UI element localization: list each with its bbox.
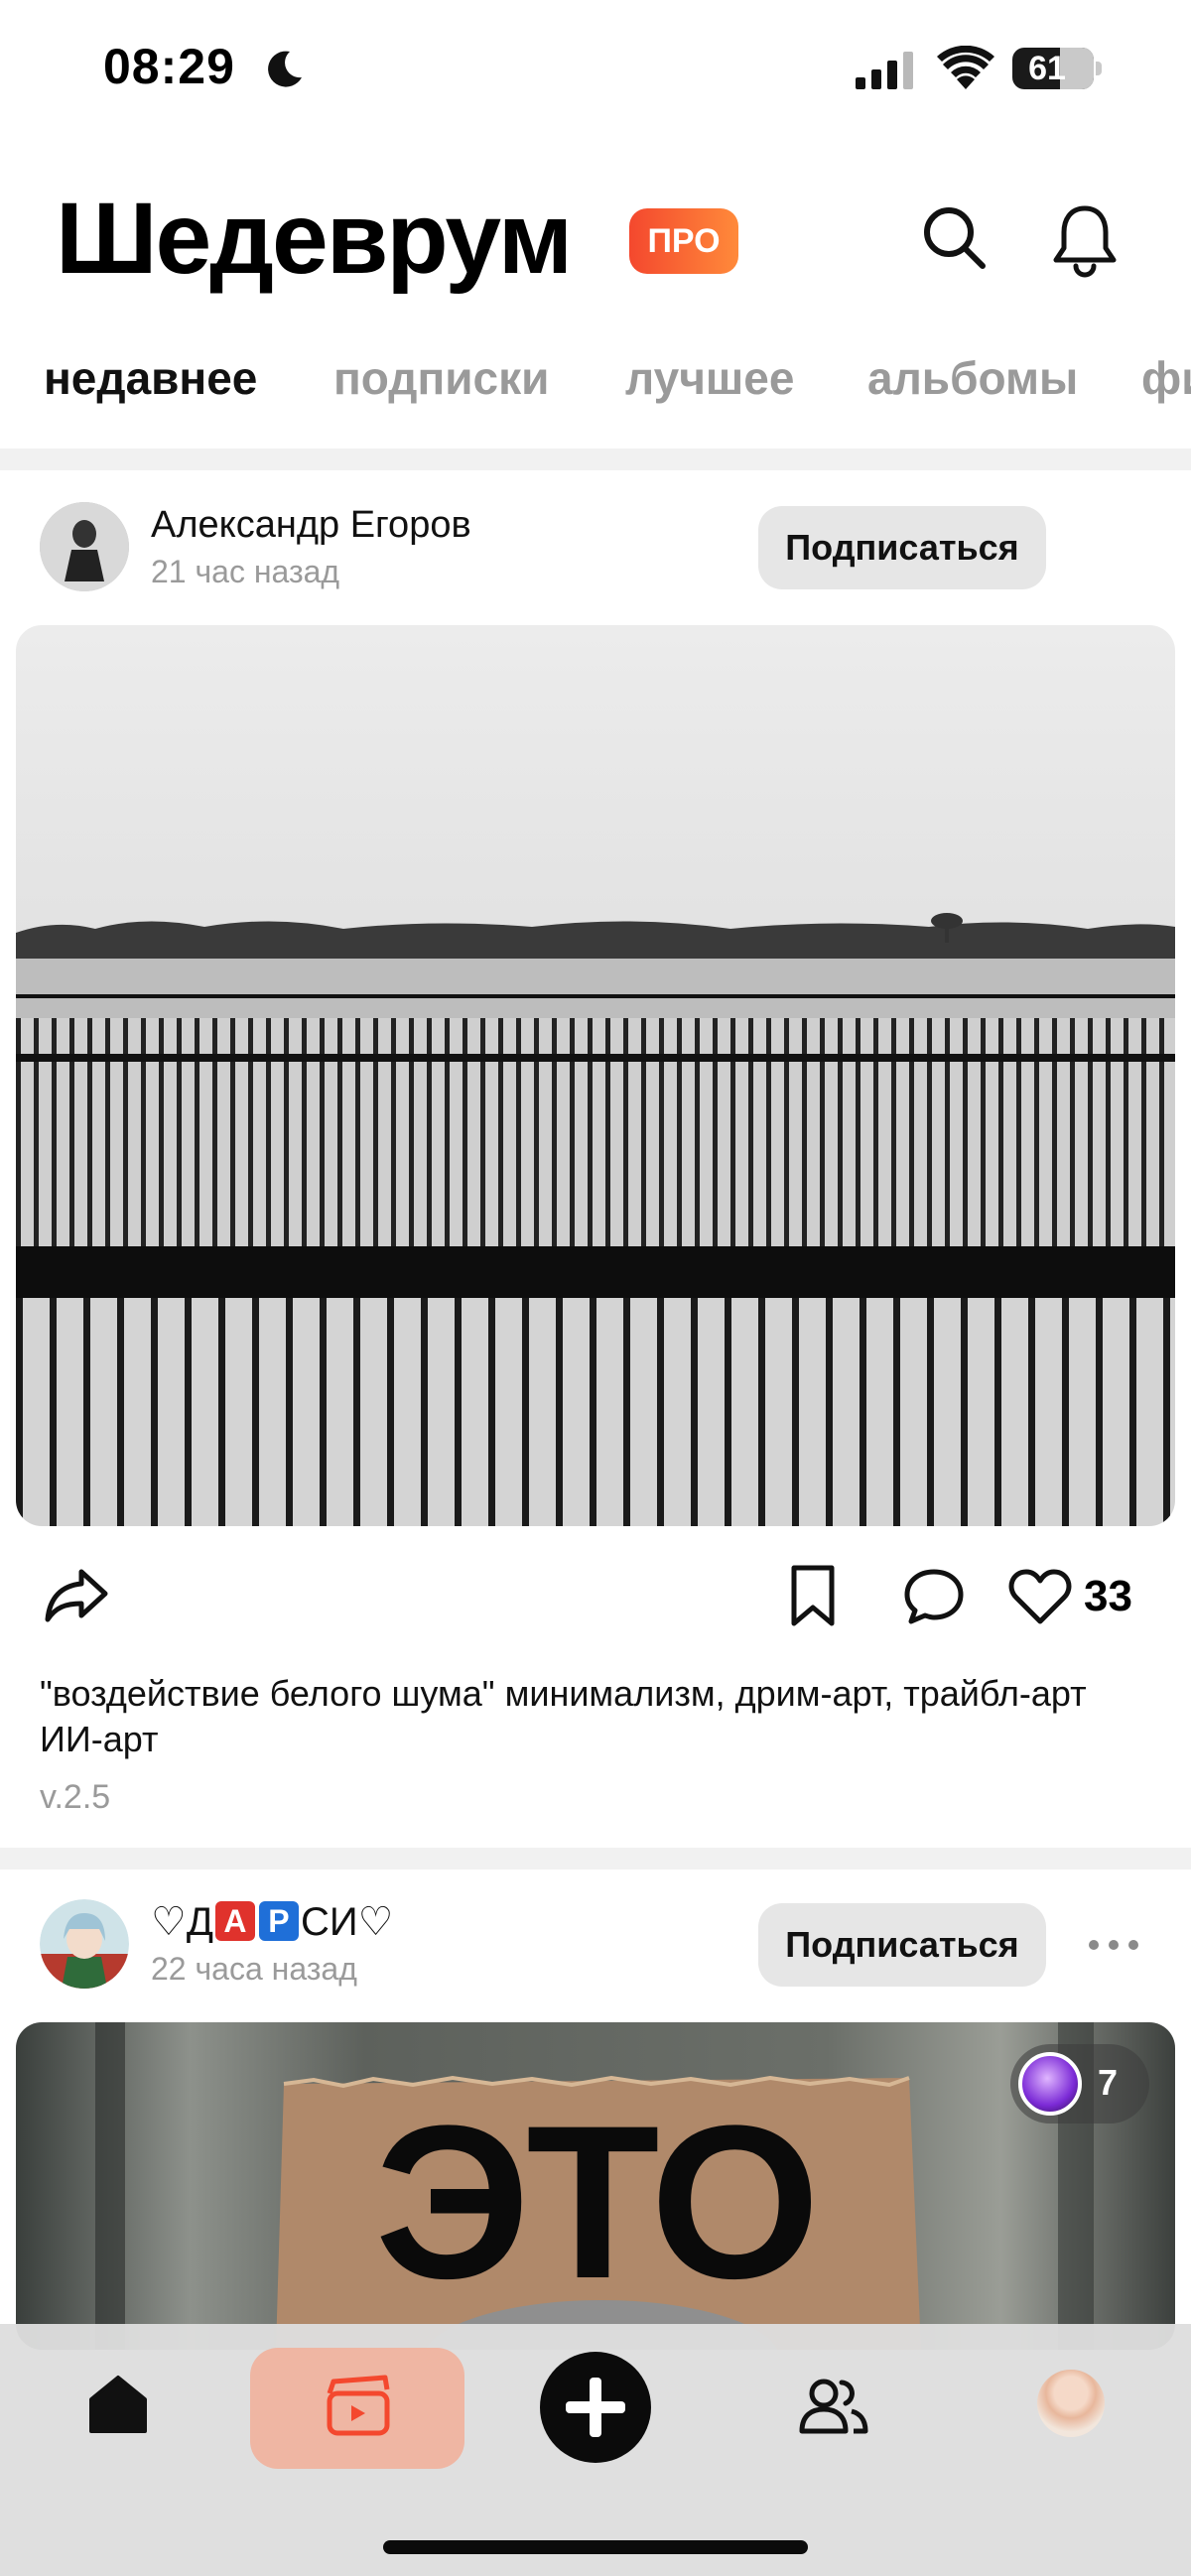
album-avatar	[1018, 2052, 1082, 2116]
battery-level: 61	[1028, 50, 1066, 87]
home-icon[interactable]	[85, 2372, 151, 2437]
share-icon[interactable]	[44, 1566, 109, 1625]
bell-icon[interactable]	[1050, 202, 1120, 278]
battery-indicator: 61	[1012, 48, 1094, 89]
signal-icon	[856, 52, 913, 89]
tab-more[interactable]: фи	[1141, 351, 1191, 405]
subscribe-button[interactable]: Подписаться	[758, 1903, 1046, 1987]
profile-avatar[interactable]	[1037, 2370, 1105, 2437]
avatar[interactable]	[40, 1899, 129, 1989]
tab-subscriptions[interactable]: подписки	[333, 351, 549, 405]
status-bar: 08:29 61	[0, 0, 1191, 139]
album-chip[interactable]: 7	[1010, 2044, 1149, 2124]
post-time: 21 час назад	[151, 554, 340, 589]
tab-albums[interactable]: альбомы	[867, 351, 1078, 405]
like-count: 33	[1084, 1572, 1132, 1620]
bookmark-icon[interactable]	[788, 1564, 838, 1627]
avatar[interactable]	[40, 502, 129, 591]
post-image[interactable]: ЭТО	[16, 2022, 1175, 2350]
comment-icon[interactable]	[904, 1569, 964, 1624]
author-name[interactable]: Александр Егоров	[151, 504, 471, 547]
author-name-suffix: СИ♡	[300, 1900, 394, 1944]
home-indicator	[383, 2540, 808, 2554]
wifi-icon	[937, 46, 994, 89]
post-image[interactable]	[16, 625, 1175, 1526]
reels-icon[interactable]	[324, 2374, 393, 2439]
author-badge-a: A	[214, 1901, 255, 1941]
subscribe-button[interactable]: Подписаться	[758, 506, 1046, 589]
people-icon[interactable]	[796, 2374, 869, 2437]
tab-best[interactable]: лучшее	[625, 351, 794, 405]
plus-icon	[566, 2378, 625, 2437]
image-text: ЭТО	[374, 2080, 821, 2324]
pro-badge[interactable]: ПРО	[629, 208, 738, 274]
battery-tip	[1096, 62, 1102, 75]
tab-recent[interactable]: недавнее	[44, 351, 257, 405]
status-time: 08:29	[103, 39, 235, 94]
feed-tabs: недавнее подписки лучшее альбомы фи	[0, 337, 1191, 417]
moon-icon	[268, 51, 302, 87]
section-divider	[0, 1848, 1191, 1869]
create-button[interactable]	[540, 2352, 651, 2463]
album-count: 7	[1098, 2062, 1119, 2103]
heart-icon[interactable]	[1008, 1568, 1072, 1625]
author-name[interactable]: ♡Д A P СИ♡	[151, 1899, 393, 1945]
author-badge-p: P	[258, 1901, 299, 1941]
model-version: v.2.5	[40, 1778, 111, 1816]
section-divider	[0, 449, 1191, 470]
more-icon[interactable]	[1084, 1925, 1143, 1965]
bottom-nav	[0, 2324, 1191, 2576]
app-title: Шедеврум	[56, 182, 573, 295]
post-time: 22 часа назад	[151, 1951, 357, 1987]
post-caption: "воздействие белого шума" минимализм, др…	[40, 1673, 1087, 1759]
search-icon[interactable]	[919, 202, 989, 272]
author-name-prefix: ♡Д	[151, 1900, 213, 1944]
